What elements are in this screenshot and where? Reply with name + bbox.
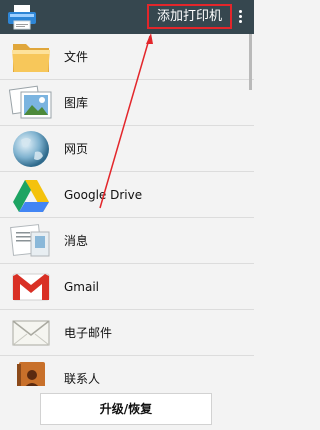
list-item-label: Google Drive	[64, 188, 143, 202]
add-printer-button[interactable]: 添加打印机	[147, 4, 232, 29]
upgrade-restore-button[interactable]: 升级/恢复	[40, 393, 212, 425]
folder-icon	[12, 44, 50, 72]
list-item-contacts[interactable]: 联系人	[0, 356, 254, 386]
more-vert-icon[interactable]	[234, 8, 246, 26]
list-item-gmail[interactable]: Gmail	[0, 264, 254, 310]
list-item-label: 电子邮件	[64, 326, 113, 340]
list-item-label: Gmail	[64, 280, 100, 294]
list-item-email[interactable]: 电子邮件	[0, 310, 254, 356]
list-item-web[interactable]: 网页	[0, 126, 254, 172]
google-drive-icon	[13, 180, 49, 212]
list-item-label: 消息	[64, 234, 89, 248]
list-item-label: 联系人	[64, 372, 101, 386]
gallery-icon	[9, 85, 52, 119]
list-item-files[interactable]: 文件	[0, 34, 254, 80]
source-list: 文件 图库 网页 Google Drive 消息 Gmail 电子邮件 联系人	[0, 34, 254, 386]
printer-logo-icon	[8, 5, 36, 30]
list-item-label: 网页	[64, 142, 89, 156]
email-icon	[12, 320, 50, 346]
list-item-label: 图库	[64, 96, 89, 110]
bottom-bar: 升级/恢复	[0, 386, 254, 430]
globe-icon	[13, 131, 49, 167]
list-item-label: 文件	[64, 50, 89, 64]
message-icon	[10, 224, 50, 257]
list-item-google-drive[interactable]: Google Drive	[0, 172, 254, 218]
app-bar: 添加打印机	[0, 0, 254, 34]
gmail-icon	[12, 273, 50, 301]
list-item-messages[interactable]: 消息	[0, 218, 254, 264]
contacts-icon	[17, 362, 45, 386]
scrollbar[interactable]	[249, 34, 252, 90]
list-item-gallery[interactable]: 图库	[0, 80, 254, 126]
